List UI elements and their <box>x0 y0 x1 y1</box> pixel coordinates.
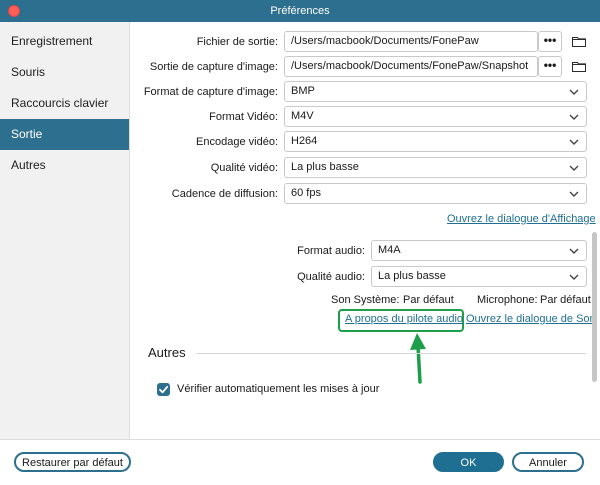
capture-folder-icon[interactable] <box>572 61 586 72</box>
video-codec-value: H264 <box>291 135 318 147</box>
chevron-down-icon <box>569 114 579 120</box>
scrollbar-thumb[interactable] <box>592 232 597 382</box>
audio-format-value: M4A <box>378 244 401 256</box>
auto-update-label: Vérifier automatiquement les mises à jou… <box>177 383 380 395</box>
chevron-down-icon <box>569 165 579 171</box>
framerate-value: 60 fps <box>291 187 321 199</box>
image-format-select[interactable]: BMP <box>284 81 587 102</box>
audio-quality-value: La plus basse <box>378 270 446 282</box>
capture-output-label: Sortie de capture d'image: <box>149 61 278 73</box>
output-file-label: Fichier de sortie: <box>196 36 278 48</box>
others-section-title: Autres <box>148 345 186 360</box>
chevron-down-icon <box>569 139 579 145</box>
video-quality-select[interactable]: La plus basse <box>284 157 587 178</box>
video-quality-value: La plus basse <box>291 161 359 173</box>
sidebar-item-autres[interactable]: Autres <box>0 150 129 181</box>
audio-format-label: Format audio: <box>297 245 365 257</box>
chevron-down-icon <box>569 89 579 95</box>
output-file-field[interactable]: /Users/macbook/Documents/FonePaw <box>284 31 538 52</box>
display-dialog-link[interactable]: Ouvrez le dialogue d'Affichage <box>447 213 596 225</box>
output-folder-icon[interactable] <box>572 36 586 47</box>
video-format-select[interactable]: M4V <box>284 106 587 127</box>
restore-defaults-button[interactable]: Restaurer par défaut <box>14 452 131 472</box>
chevron-down-icon <box>569 274 579 280</box>
ok-button[interactable]: OK <box>433 452 504 472</box>
capture-output-browse-button[interactable]: ••• <box>538 56 562 77</box>
sidebar-item-souris[interactable]: Souris <box>0 57 129 88</box>
microphone-value: Par défaut <box>540 294 591 306</box>
section-divider <box>196 353 586 354</box>
audio-format-select[interactable]: M4A <box>371 240 587 261</box>
video-quality-label: Qualité vidéo: <box>210 162 278 174</box>
audio-driver-link[interactable]: A propos du pilote audio <box>345 313 463 325</box>
chevron-down-icon <box>569 191 579 197</box>
output-file-browse-button[interactable]: ••• <box>538 31 562 52</box>
sidebar-item-sortie[interactable]: Sortie <box>0 119 129 150</box>
system-sound-value: Par défaut <box>403 294 454 306</box>
framerate-label: Cadence de diffusion: <box>171 188 278 200</box>
window-title: Préférences <box>270 5 330 17</box>
video-codec-select[interactable]: H264 <box>284 131 587 152</box>
footer-bar: Restaurer par défaut OK Annuler <box>0 439 600 485</box>
image-format-label: Format de capture d'image: <box>143 86 278 98</box>
audio-quality-select[interactable]: La plus basse <box>371 266 587 287</box>
video-format-label: Format Vidéo: <box>209 111 278 123</box>
sound-dialog-link[interactable]: Ouvrez le dialogue de Son <box>466 313 596 325</box>
microphone-label: Microphone: <box>477 294 538 306</box>
framerate-select[interactable]: 60 fps <box>284 183 587 204</box>
sidebar-item-raccourcis-clavier[interactable]: Raccourcis clavier <box>0 88 129 119</box>
close-window-button[interactable] <box>8 5 20 17</box>
sidebar-item-enregistrement[interactable]: Enregistrement <box>0 26 129 57</box>
cancel-button[interactable]: Annuler <box>512 452 584 472</box>
video-codec-label: Encodage vidéo: <box>196 136 278 148</box>
title-bar: Préférences <box>0 0 600 22</box>
audio-quality-label: Qualité audio: <box>297 271 365 283</box>
arrow-up-icon <box>410 333 426 384</box>
image-format-value: BMP <box>291 85 315 97</box>
capture-output-field[interactable]: /Users/macbook/Documents/FonePaw/Snapsho… <box>284 56 538 77</box>
chevron-down-icon <box>569 248 579 254</box>
auto-update-checkbox[interactable] <box>157 383 170 396</box>
checkmark-icon <box>159 385 169 394</box>
video-format-value: M4V <box>291 110 314 122</box>
system-sound-label: Son Système: <box>331 294 400 306</box>
sidebar: Enregistrement Souris Raccourcis clavier… <box>0 22 130 439</box>
